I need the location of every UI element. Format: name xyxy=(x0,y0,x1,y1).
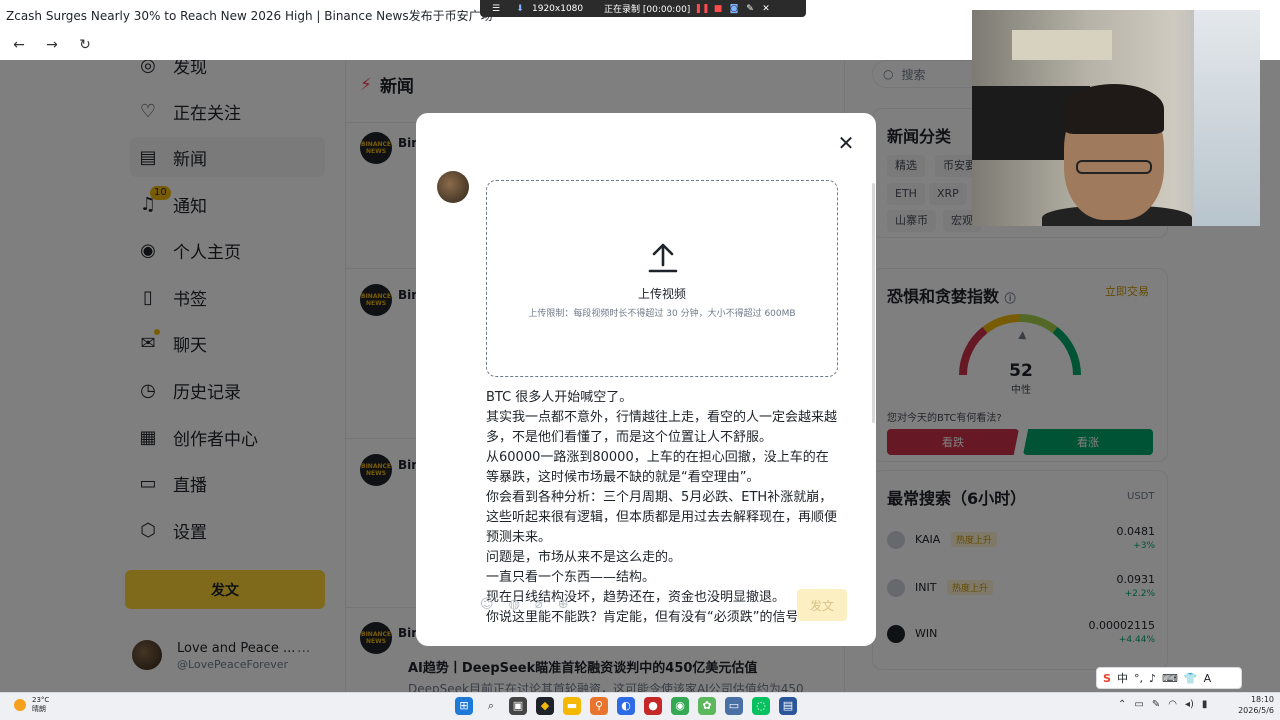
document-icon[interactable]: ▤ xyxy=(779,697,797,715)
post-line: 其实我一点都不意外，行情越往上走，看空的人一定会越来越多，不是他们看懂了，而是这… xyxy=(486,410,838,445)
tab-title[interactable]: Zcash Surges Nearly 30% to Reach New 202… xyxy=(6,7,493,24)
pen-icon[interactable]: ✎ xyxy=(1152,699,1160,710)
clock[interactable]: 18:10 2026/5/6 xyxy=(1234,694,1274,716)
post-line: 从60000一路涨到80000，上车的在担心回撤，没上车的在等暴跌，这时候市场最… xyxy=(486,450,829,485)
mic-icon[interactable]: ♪ xyxy=(1149,672,1156,685)
windows-start-icon[interactable]: ⊞ xyxy=(455,697,473,715)
scrollbar[interactable] xyxy=(872,183,875,423)
recorder-status: 正在录制 [00:00:00] xyxy=(604,5,691,15)
chrome-icon[interactable]: ◉ xyxy=(671,697,689,715)
post-textarea[interactable]: BTC 很多人开始喊空了。 其实我一点都不意外，行情越往上走，看空的人一定会越来… xyxy=(486,388,838,628)
screen-recorder-bar: ☰ ⬇ 1920x1080 正在录制 [00:00:00] ❚❚ ■ ◙ ✎ ✕ xyxy=(480,0,806,17)
system-tray: ⌃ ▭ ✎ ◠ ◂) ▮ xyxy=(1118,699,1207,710)
binance-icon[interactable]: ◆ xyxy=(536,697,554,715)
upload-title: 上传视频 xyxy=(637,287,686,301)
battery-icon[interactable]: ▮ xyxy=(1202,699,1208,710)
upload-icon xyxy=(648,243,678,273)
close-recorder-icon[interactable]: ✕ xyxy=(758,4,774,14)
create-post-modal: ✕ 上传视频 上传限制：每段视频时长不得超过 30 分钟，大小不得超过 600M… xyxy=(416,113,876,646)
mic-icon[interactable]: ⬇ xyxy=(512,4,528,14)
baidu-icon[interactable]: ◐ xyxy=(617,697,635,715)
sun-icon xyxy=(14,699,26,711)
taskbar-apps: ⊞ ⌕ ▣ ◆ ▬ ⚲ ◐ ● ◉ ✿ ▭ ◌ ▤ xyxy=(455,697,797,715)
search-app-icon[interactable]: ⚲ xyxy=(590,697,608,715)
post-line: 你会看到各种分析：三个月周期、5月必跌、ETH补涨就崩，这些听起来很有逻辑，但本… xyxy=(486,490,838,545)
camera-icon[interactable]: ◙ xyxy=(726,4,742,14)
close-icon[interactable]: ✕ xyxy=(836,133,856,153)
chevron-up-icon[interactable]: ⌃ xyxy=(1118,699,1126,710)
app-green-icon[interactable]: ✿ xyxy=(698,697,716,715)
back-icon[interactable]: ← xyxy=(10,36,28,54)
image-icon[interactable]: ◍ xyxy=(509,597,520,613)
recorder-resolution: 1920x1080 xyxy=(532,3,584,14)
windows-taskbar: 23°C 晴朗 ⊞ ⌕ ▣ ◆ ▬ ⚲ ◐ ● ◉ ✿ ▭ ◌ ▤ ⌃ ▭ ✎ … xyxy=(0,692,1280,720)
post-line: BTC 很多人开始喊空了。 xyxy=(486,390,633,405)
attach-icon[interactable]: ⌀ xyxy=(535,597,543,613)
weather-desc: 晴朗 xyxy=(32,705,46,713)
refresh-icon[interactable]: ↻ xyxy=(76,36,94,54)
link-icon[interactable]: ⊕ xyxy=(558,597,569,613)
display-icon[interactable]: ▭ xyxy=(1134,699,1143,710)
keyboard-icon[interactable]: ⌨ xyxy=(1162,672,1178,685)
stop-icon[interactable]: ■ xyxy=(710,4,726,14)
avatar xyxy=(437,171,469,203)
time: 18:10 xyxy=(1250,695,1274,704)
pause-icon[interactable]: ❚❚ xyxy=(694,4,710,14)
volume-icon[interactable]: ◂) xyxy=(1185,699,1194,710)
submit-post-button[interactable]: 发文 xyxy=(797,589,847,621)
post-line: 问题是，市场从来不是这么走的。 xyxy=(486,550,682,565)
weather-temp: 23°C xyxy=(32,696,50,704)
wifi-icon[interactable]: ◠ xyxy=(1168,699,1177,710)
video-upload-dropzone[interactable]: 上传视频 上传限制：每段视频时长不得超过 30 分钟，大小不得超过 600MB xyxy=(486,180,838,377)
webcam-preview xyxy=(972,10,1260,226)
menu-icon[interactable]: ☰ xyxy=(488,4,504,14)
post-toolbar: ☺ ◍ ⌀ ⊕ xyxy=(480,597,590,613)
date: 2026/5/6 xyxy=(1238,706,1274,715)
search-icon[interactable]: ⌕ xyxy=(482,697,500,715)
pen-icon[interactable]: ✎ xyxy=(742,4,758,14)
ime-language[interactable]: 中 xyxy=(1117,670,1128,686)
punctuation-icon[interactable]: °, xyxy=(1134,672,1143,685)
wechat-icon[interactable]: ◌ xyxy=(752,697,770,715)
recorder-icon[interactable]: ● xyxy=(644,697,662,715)
skin-icon[interactable]: 👕 xyxy=(1184,672,1198,685)
app-blue-icon[interactable]: ▭ xyxy=(725,697,743,715)
forward-icon[interactable]: → xyxy=(43,36,61,54)
weather-widget[interactable]: 23°C 晴朗 xyxy=(14,696,49,714)
emoji-icon[interactable]: ☺ xyxy=(480,597,494,613)
file-explorer-icon[interactable]: ▬ xyxy=(563,697,581,715)
post-line: 一直只看一个东西——结构。 xyxy=(486,570,656,585)
ime-toolbar: S 中 °, ♪ ⌨ 👕 A xyxy=(1096,667,1242,689)
upload-hint: 上传限制：每段视频时长不得超过 30 分钟，大小不得超过 600MB xyxy=(528,309,796,319)
ime-logo-icon[interactable]: S xyxy=(1103,672,1111,685)
task-view-icon[interactable]: ▣ xyxy=(509,697,527,715)
ai-icon[interactable]: A xyxy=(1204,672,1212,685)
